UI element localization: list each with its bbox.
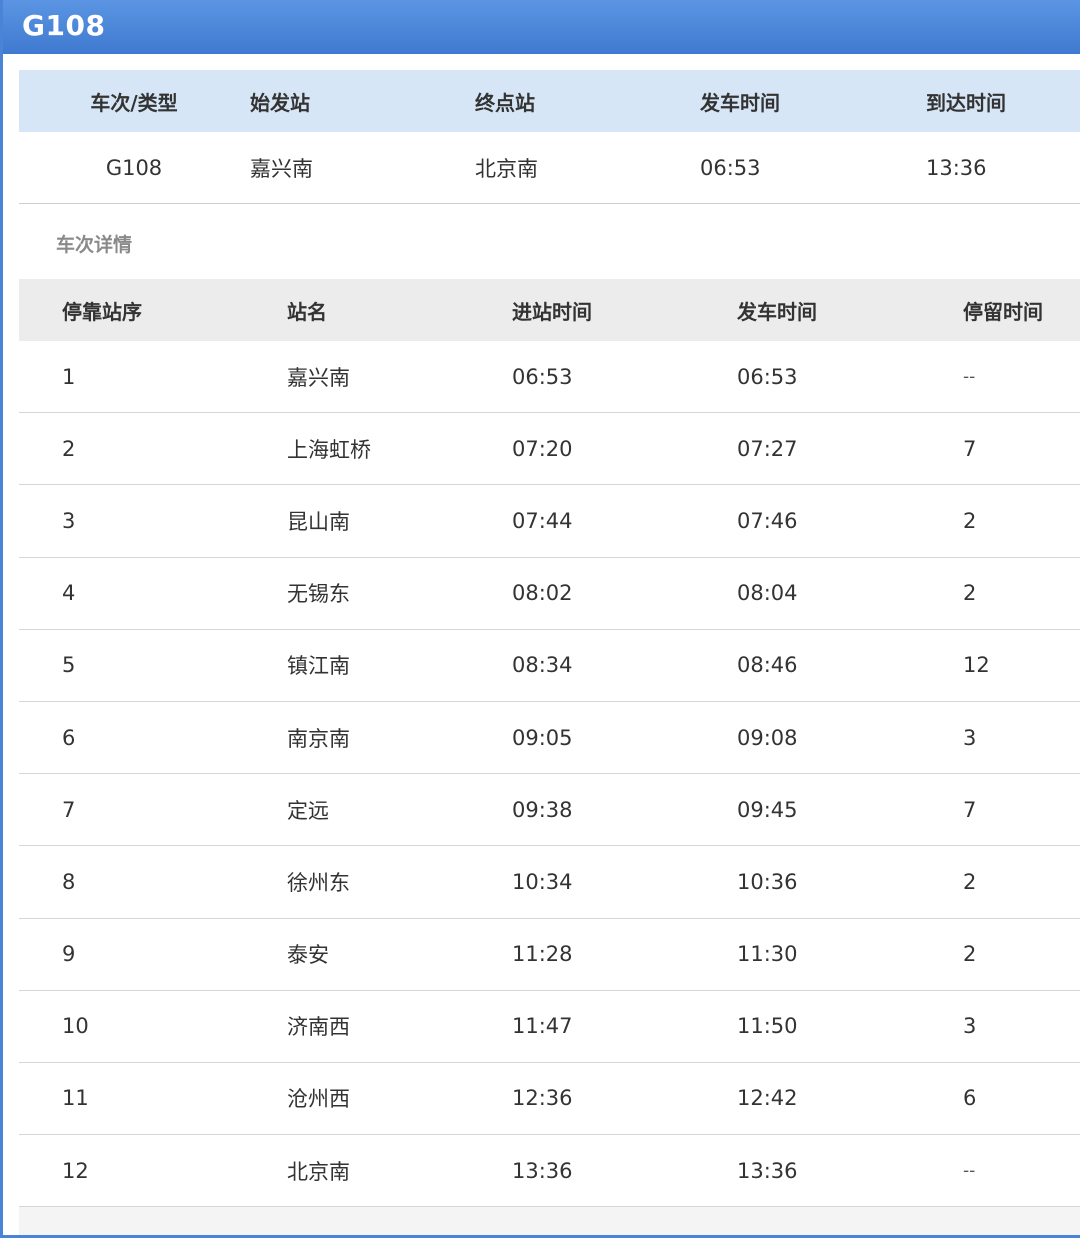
row-depart-time: 13:36	[737, 1158, 798, 1183]
row-stay-time: --	[963, 1160, 976, 1181]
row-station-name: 泰安	[287, 943, 329, 968]
row-stop-order: 4	[62, 581, 76, 606]
row-arrive-time: 07:44	[512, 508, 573, 533]
summary-header-origin: 始发站	[250, 90, 310, 115]
row-arrive-time: 08:34	[512, 653, 573, 678]
summary-table-row: G108 嘉兴南 北京南 06:53 13:36	[19, 132, 1080, 204]
table-row: 2 上海虹桥 07:20 07:27 7	[19, 413, 1080, 486]
row-station-name: 徐州东	[287, 870, 350, 895]
row-station-name: 无锡东	[287, 582, 350, 607]
table-row: 4 无锡东 08:02 08:04 2	[19, 558, 1080, 630]
row-station-name: 北京南	[287, 1159, 350, 1184]
row-stop-order: 3	[62, 508, 76, 533]
row-stop-order: 2	[62, 436, 76, 461]
row-depart-time: 10:36	[737, 869, 798, 894]
content-area: 车次/类型 始发站 终点站 发车时间 到达时间 G108 嘉兴南 北京南 06:…	[19, 54, 1080, 1235]
row-stay-time: 2	[963, 508, 977, 533]
row-station-name: 南京南	[287, 726, 350, 751]
summary-table-header: 车次/类型 始发站 终点站 发车时间 到达时间	[19, 70, 1080, 132]
row-station-name: 镇江南	[287, 654, 350, 679]
row-depart-time: 08:04	[737, 581, 798, 606]
row-arrive-time: 10:34	[512, 869, 573, 894]
row-stop-order: 11	[62, 1086, 89, 1111]
row-station-name: 济南西	[287, 1015, 350, 1040]
row-stop-order: 5	[62, 653, 76, 678]
row-station-name: 昆山南	[287, 509, 350, 534]
row-station-name: 嘉兴南	[287, 365, 350, 390]
details-header-station: 站名	[287, 299, 327, 324]
row-depart-time: 09:08	[737, 725, 798, 750]
window-title: G108	[22, 9, 106, 42]
row-station-name: 上海虹桥	[287, 437, 371, 462]
row-stop-order: 9	[62, 942, 76, 967]
details-table-header: 停靠站序 站名 进站时间 发车时间 停留时间	[19, 279, 1080, 341]
row-stay-time: 12	[963, 653, 990, 678]
table-row: 11 沧州西 12:36 12:42 6	[19, 1063, 1080, 1136]
row-station-name: 沧州西	[287, 1087, 350, 1112]
row-stay-time: 6	[963, 1086, 977, 1111]
details-header-stay: 停留时间	[963, 299, 1043, 324]
app-window: G108 车次/类型 始发站 终点站 发车时间 到达时间 G108 嘉兴南 北京…	[0, 0, 1080, 1238]
table-row: 6 南京南 09:05 09:08 3	[19, 702, 1080, 775]
row-arrive-time: 06:53	[512, 364, 573, 389]
row-arrive-time: 08:02	[512, 581, 573, 606]
section-title-details: 车次详情	[56, 234, 133, 256]
row-arrive-time: 11:47	[512, 1014, 573, 1039]
summary-header-arrival: 到达时间	[926, 90, 1006, 115]
row-arrive-time: 11:28	[512, 942, 573, 967]
table-row: 7 定远 09:38 09:45 7	[19, 774, 1080, 847]
row-depart-time: 12:42	[737, 1086, 798, 1111]
row-stop-order: 1	[62, 364, 76, 389]
row-station-name: 定远	[287, 798, 329, 823]
title-bar: G108	[3, 0, 1080, 54]
row-stay-time: --	[963, 366, 976, 387]
row-arrive-time: 12:36	[512, 1086, 573, 1111]
row-stop-order: 12	[62, 1158, 89, 1183]
row-depart-time: 07:46	[737, 508, 798, 533]
row-stay-time: 3	[963, 725, 977, 750]
table-row: 9 泰安 11:28 11:30 2	[19, 919, 1080, 991]
row-stay-time: 7	[963, 797, 977, 822]
summary-arrival-time: 13:36	[926, 155, 987, 180]
table-row: 8 徐州东 10:34 10:36 2	[19, 846, 1080, 919]
summary-header-departure: 发车时间	[700, 90, 780, 115]
details-header-arrive: 进站时间	[512, 299, 592, 324]
summary-departure-time: 06:53	[700, 155, 761, 180]
row-depart-time: 09:45	[737, 797, 798, 822]
row-depart-time: 11:50	[737, 1014, 798, 1039]
table-row: 10 济南西 11:47 11:50 3	[19, 991, 1080, 1063]
row-arrive-time: 13:36	[512, 1158, 573, 1183]
row-stay-time: 3	[963, 1014, 977, 1039]
row-depart-time: 06:53	[737, 364, 798, 389]
row-arrive-time: 07:20	[512, 436, 573, 461]
row-depart-time: 08:46	[737, 653, 798, 678]
summary-origin: 嘉兴南	[250, 156, 313, 181]
row-arrive-time: 09:38	[512, 797, 573, 822]
row-depart-time: 07:27	[737, 436, 798, 461]
summary-destination: 北京南	[475, 156, 538, 181]
details-table-body: 1 嘉兴南 06:53 06:53 -- 2 上海虹桥 07:20 07:27 7 3 昆山南 07:4…	[19, 341, 1080, 1208]
row-arrive-time: 09:05	[512, 725, 573, 750]
table-footer	[19, 1207, 1080, 1235]
row-depart-time: 11:30	[737, 942, 798, 967]
table-row: 12 北京南 13:36 13:36 --	[19, 1135, 1080, 1208]
row-stay-time: 7	[963, 436, 977, 461]
summary-header-destination: 终点站	[475, 90, 535, 115]
table-row: 3 昆山南 07:44 07:46 2	[19, 485, 1080, 558]
row-stop-order: 6	[62, 725, 76, 750]
summary-header-train: 车次/类型	[90, 90, 178, 115]
row-stay-time: 2	[963, 942, 977, 967]
table-row: 5 镇江南 08:34 08:46 12	[19, 630, 1080, 702]
row-stop-order: 8	[62, 869, 76, 894]
row-stop-order: 7	[62, 797, 76, 822]
row-stay-time: 2	[963, 581, 977, 606]
table-row: 1 嘉兴南 06:53 06:53 --	[19, 341, 1080, 414]
summary-train-number: G108	[105, 155, 163, 180]
row-stay-time: 2	[963, 869, 977, 894]
row-stop-order: 10	[62, 1014, 89, 1039]
details-header-depart: 发车时间	[737, 299, 817, 324]
details-header-stop-order: 停靠站序	[62, 299, 142, 324]
